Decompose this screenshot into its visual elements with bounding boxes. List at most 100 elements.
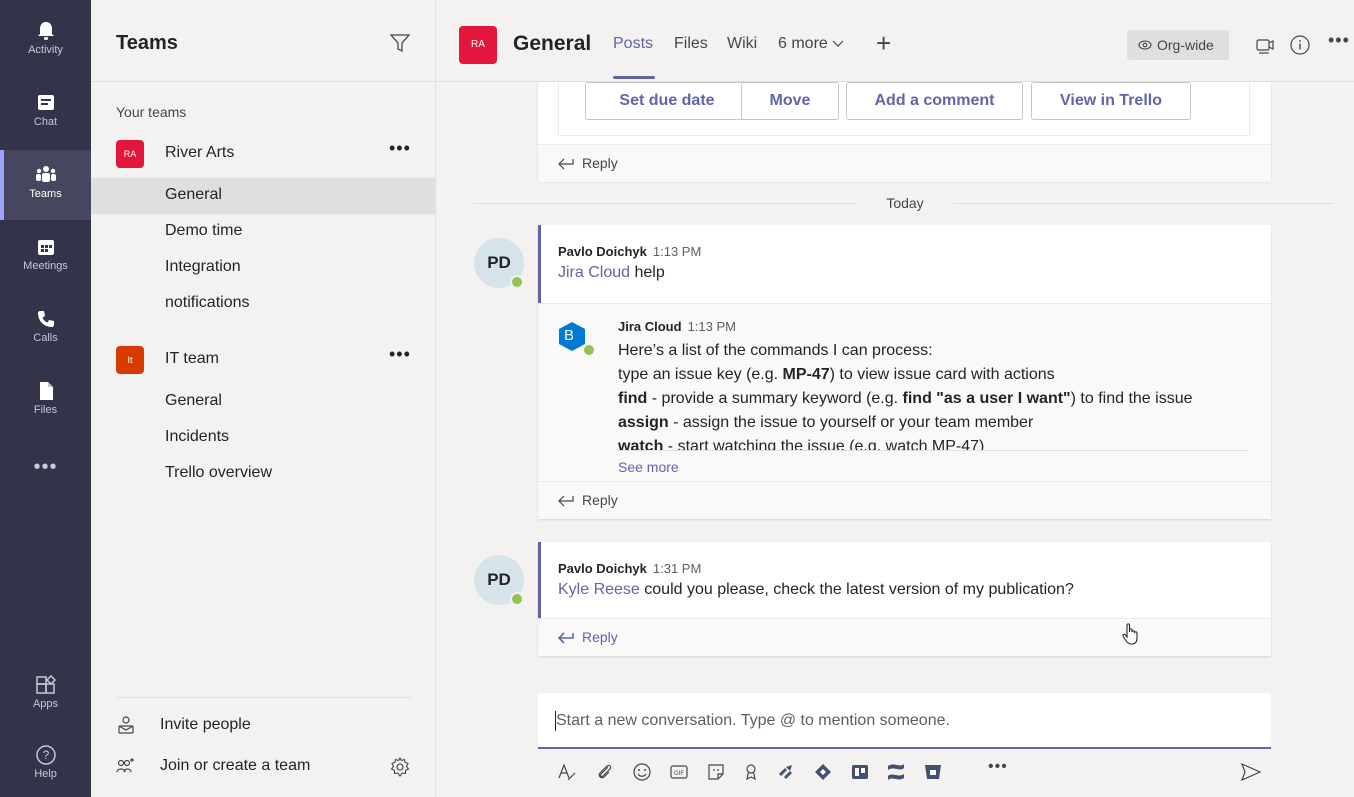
filter-icon[interactable] [389,32,411,54]
teams-panel: Teams Your teams RA River Arts ••• Gener… [91,0,436,797]
channel-demo-time[interactable]: Demo time [91,214,436,250]
attach-icon[interactable] [595,762,615,782]
team-river-arts[interactable]: RA River Arts ••• [91,136,436,172]
text-run: type an issue key (e.g. [618,366,783,383]
compose-box[interactable]: Start a new conversation. Type @ to ment… [538,693,1271,749]
text-run: MP-47 [782,366,830,383]
rail-more-button[interactable]: ••• [0,456,91,479]
rail-label: Teams [29,188,62,200]
rail-label: Apps [32,698,59,710]
app-rail: Activity Chat Teams Meetings Calls Files… [0,0,91,797]
set-due-date-button[interactable]: Set due date [585,82,749,120]
invite-people-icon [118,716,134,734]
message-author[interactable]: Pavlo Doichyk [558,561,647,576]
trello-icon[interactable] [850,762,870,782]
move-button[interactable]: Move [741,82,839,120]
sticker-icon[interactable] [706,762,726,782]
compose-placeholder: Start a new conversation. Type @ to ment… [556,712,950,729]
message-accent-bar [538,542,541,618]
add-tab-button[interactable]: + [876,28,891,59]
date-divider-label: Today [857,195,953,211]
rail-teams[interactable]: Teams [0,150,91,220]
team-more-options-button[interactable]: ••• [389,138,411,159]
bot-author[interactable]: Jira Cloud [618,319,682,334]
text-run: find [618,390,648,407]
chevron-down-icon [832,40,844,47]
tab-posts[interactable]: Posts [613,35,653,53]
avatar-initials: PD [487,570,511,589]
praise-icon[interactable] [741,762,761,782]
info-icon[interactable] [1289,34,1311,56]
mention-link[interactable]: Jira Cloud [558,264,630,281]
rail-apps[interactable]: Apps [0,660,91,730]
bot-reply: B Jira Cloud 1:13 PM Here’s a list of the… [538,303,1271,481]
reply-button[interactable]: Reply [538,618,1271,656]
presence-available-icon [582,343,596,357]
message-author[interactable]: Pavlo Doichyk [558,244,647,259]
more-apps-button[interactable]: ••• [988,758,1008,776]
gif-icon[interactable]: GIF [669,762,689,782]
rail-activity[interactable]: Activity [0,6,91,76]
bot-line: type an issue key (e.g. MP-47) to view i… [618,363,1258,387]
calendar-icon [37,240,54,255]
org-wide-badge[interactable]: Org-wide [1127,30,1229,60]
bot-meta: Jira Cloud 1:13 PM [618,318,736,336]
active-tab-indicator [613,76,655,79]
channel-label: Demo time [165,222,243,239]
rail-calls[interactable]: Calls [0,294,91,364]
team-more-options-button[interactable]: ••• [389,344,411,365]
avatar-initials: PD [487,253,511,272]
channel-header: RA General Posts Files Wiki 6 more + Org… [436,0,1354,82]
invite-people-button[interactable]: Invite people [116,711,416,741]
channel-general[interactable]: General [91,178,436,214]
channel-general[interactable]: General [91,384,436,420]
message-time: 1:31 PM [652,561,702,576]
rail-chat[interactable]: Chat [0,78,91,148]
reply-button[interactable]: Reply [538,481,1271,519]
emoji-icon[interactable] [632,762,652,782]
reply-button[interactable]: Reply [538,144,1271,182]
tab-more[interactable]: 6 more [778,35,844,53]
bot-line: find - provide a summary keyword (e.g. f… [618,387,1258,411]
chat-icon [37,95,54,110]
meet-now-icon[interactable] [1254,34,1276,56]
view-in-trello-button[interactable]: View in Trello [1031,82,1191,120]
teams-icon [35,166,56,182]
teams-panel-title: Teams [116,32,178,54]
tab-files[interactable]: Files [674,35,708,53]
channel-integration[interactable]: Integration [91,250,436,286]
mention-link[interactable]: Kyle Reese [558,581,640,598]
confluence-icon[interactable] [886,762,906,782]
jira-diamond-icon[interactable] [813,762,833,782]
see-more-link[interactable]: See more [618,459,679,475]
channel-label: Trello overview [165,464,272,481]
eye-icon [1138,40,1152,50]
more-options-button[interactable]: ••• [1328,30,1350,51]
reply-label: Reply [582,629,618,645]
tab-wiki[interactable]: Wiki [727,35,757,53]
jira-app-icon[interactable] [776,762,796,782]
invite-people-label: Invite people [160,716,251,733]
team-it-team[interactable]: It IT team ••• [91,342,436,378]
message-meta: Pavlo Doichyk 1:13 PM [558,243,701,261]
join-create-team-label: Join or create a team [160,757,311,774]
gear-icon[interactable] [389,756,411,778]
divider [618,450,1248,451]
channel-incidents[interactable]: Incidents [91,420,436,456]
join-create-team-button[interactable]: Join or create a team [116,752,416,782]
add-comment-button[interactable]: Add a comment [846,82,1023,120]
main-area: RA General Posts Files Wiki 6 more + Org… [436,0,1354,797]
channel-trello-overview[interactable]: Trello overview [91,456,436,492]
text-run: find "as a user I want" [902,390,1071,407]
bitbucket-icon[interactable] [923,762,943,782]
rail-files[interactable]: Files [0,366,91,436]
message-thread: Pavlo Doichyk 1:31 PM Kyle Reese could yo… [538,542,1271,656]
send-icon[interactable] [1240,762,1262,782]
reply-label: Reply [582,492,618,508]
message-text: could you please, check the latest versi… [639,581,1074,598]
rail-help[interactable]: ? Help [0,730,91,797]
channel-label: General [165,392,222,409]
rail-meetings[interactable]: Meetings [0,222,91,292]
channel-notifications[interactable]: notifications [91,286,436,322]
format-icon[interactable] [557,762,577,782]
